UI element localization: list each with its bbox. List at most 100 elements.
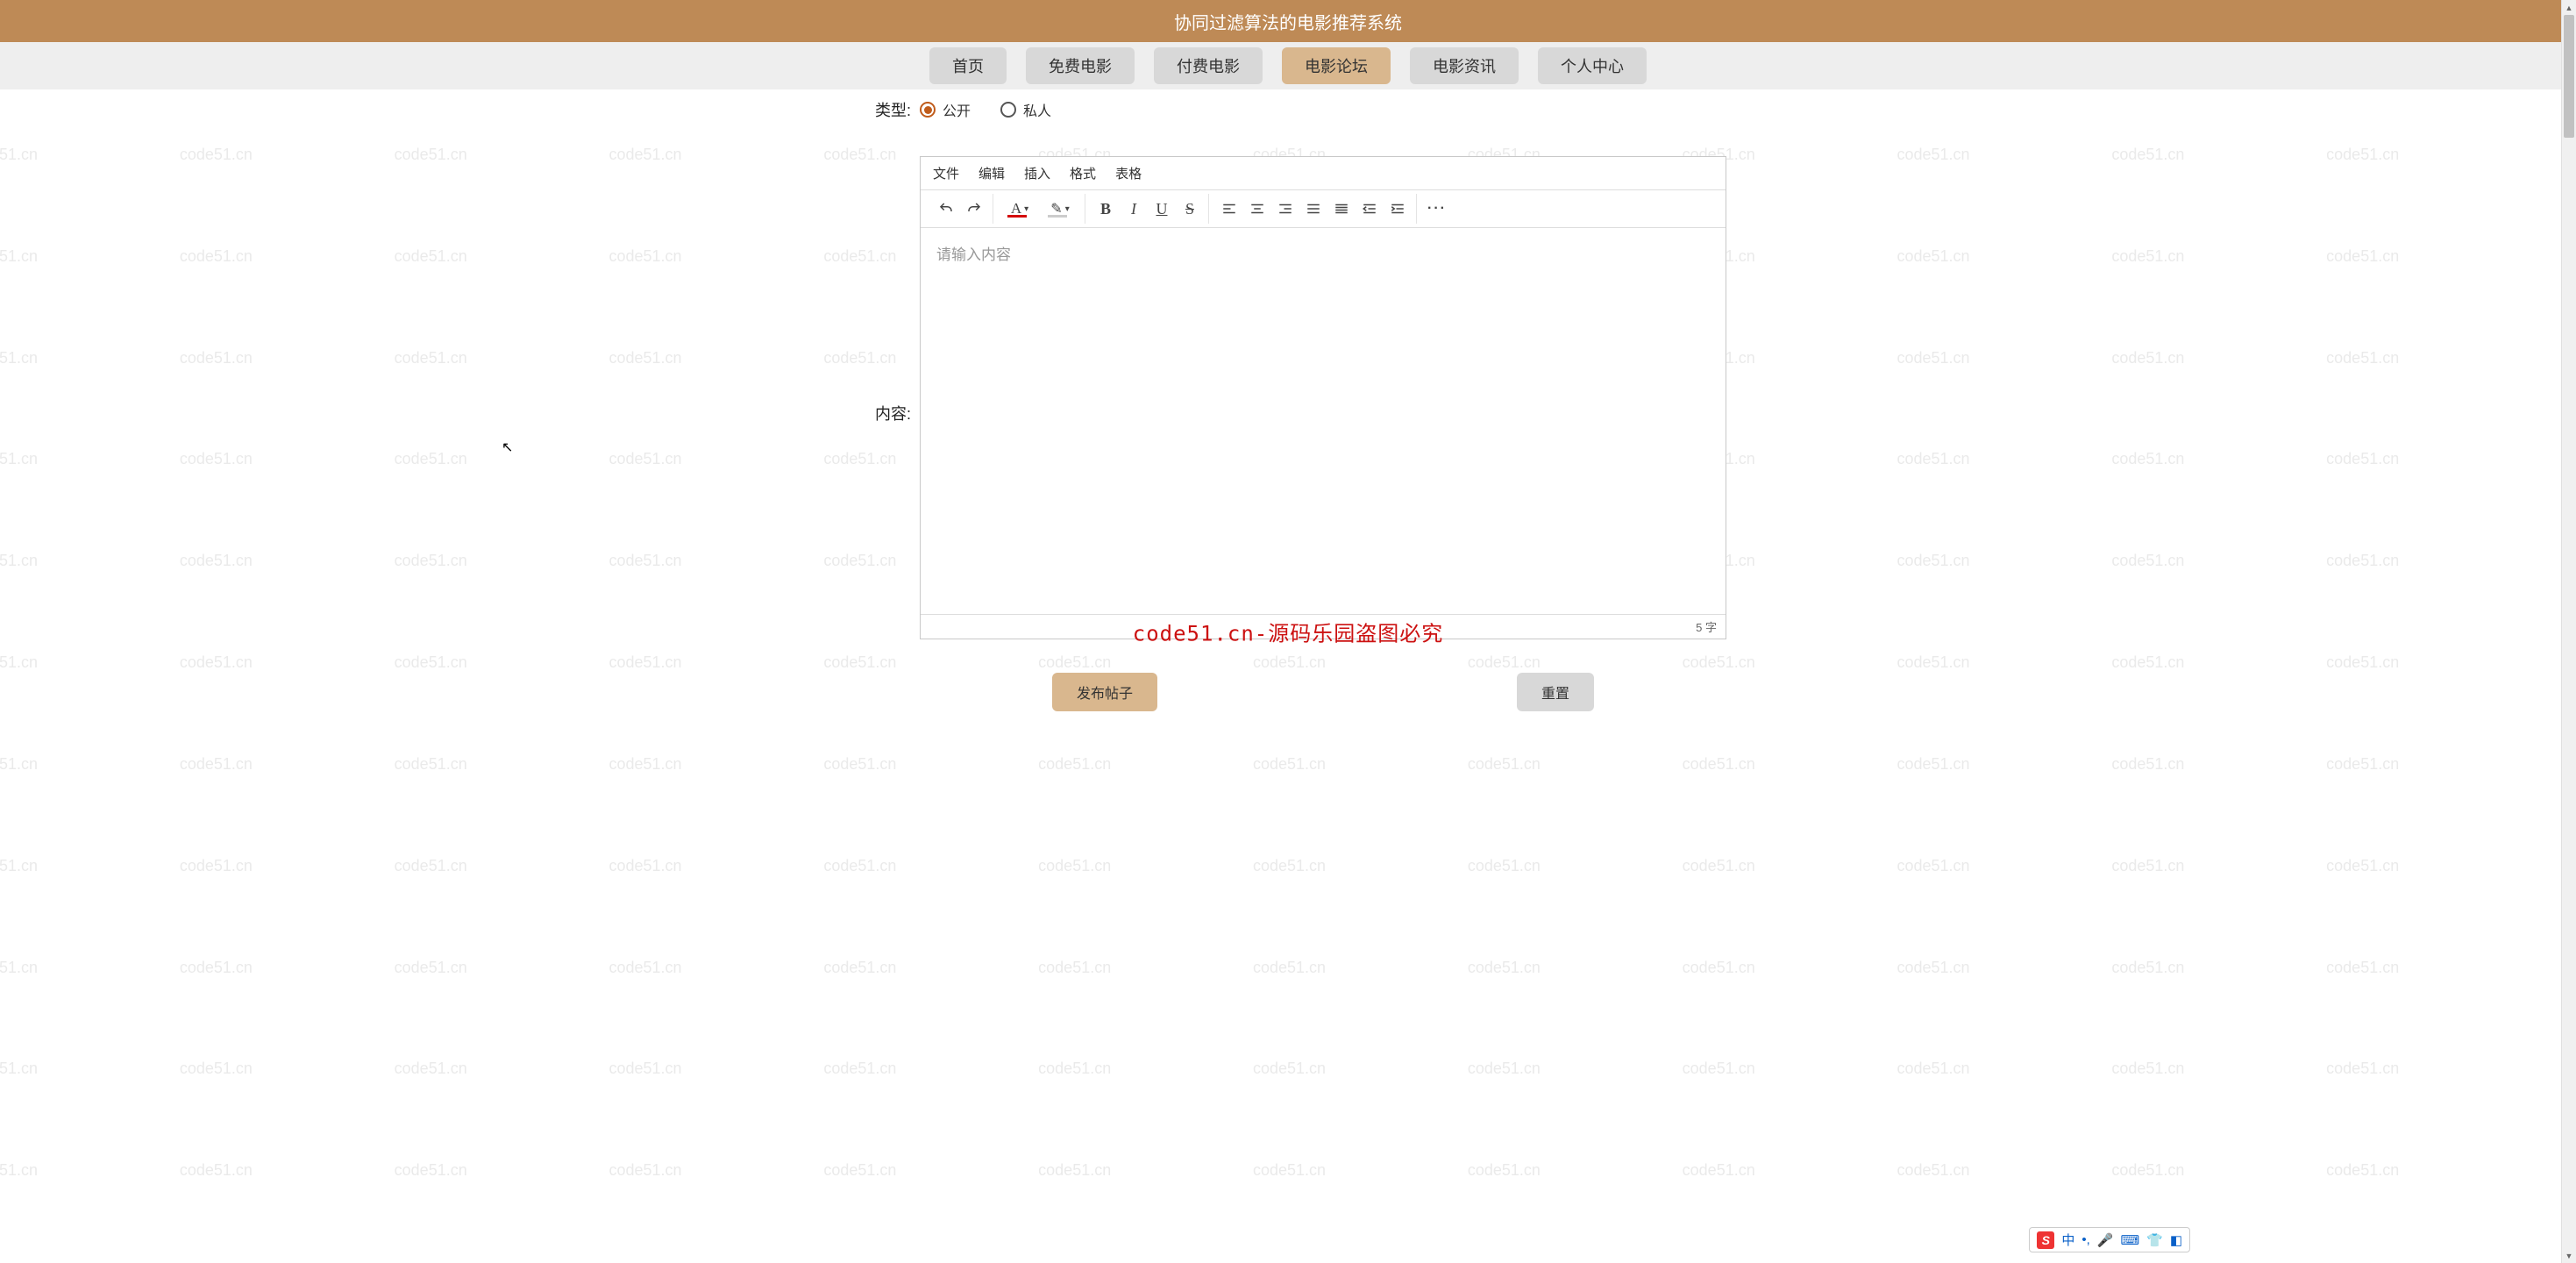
watermark-text: code51.cn [395, 349, 467, 367]
watermark-text: code51.cn [1683, 1060, 1755, 1078]
toolbar-group-3 [1211, 194, 1417, 224]
ime-item-0[interactable]: 中 [2061, 1231, 2074, 1249]
align-center-button[interactable] [1244, 196, 1270, 222]
editor-menu-4[interactable]: 表格 [1115, 164, 1142, 182]
bold-button[interactable]: B [1092, 196, 1119, 222]
watermark-text: code51.cn [1897, 653, 1970, 672]
watermark-text: code51.cn [1253, 857, 1326, 875]
type-radio-0[interactable]: 公开 [920, 99, 971, 120]
reset-button[interactable]: 重置 [1517, 673, 1594, 711]
underline-button[interactable]: U [1149, 196, 1175, 222]
scroll-up-button[interactable]: ▲ [2562, 0, 2576, 15]
type-radio-1[interactable]: 私人 [1000, 99, 1051, 120]
nav-item-2[interactable]: 付费电影 [1154, 47, 1263, 84]
hilite-button[interactable]: ✎▾ [1041, 196, 1079, 222]
watermark-text: code51.cn [1253, 959, 1326, 977]
nav-bar: 首页免费电影付费电影电影论坛电影资讯个人中心 [0, 42, 2576, 89]
indent-out-button[interactable] [1356, 196, 1383, 222]
watermark-text: code51.cn [395, 552, 467, 570]
watermark-text: code51.cn [1897, 450, 1970, 468]
watermark-text: code51.cn [609, 959, 682, 977]
watermark-text: code51.cn [395, 247, 467, 266]
watermark-text: code51.cn [1897, 755, 1970, 774]
watermark-text: code51.cn [395, 653, 467, 672]
watermark-text: code51.cn [2326, 653, 2399, 672]
watermark-text: code51.cn [2326, 146, 2399, 164]
redo-button[interactable] [961, 196, 987, 222]
vertical-scrollbar[interactable]: ▲ ▼ [2561, 0, 2576, 1263]
editor-menu-3[interactable]: 格式 [1070, 164, 1096, 182]
watermark-text: code51.cn [0, 146, 38, 164]
editor-body[interactable]: 请输入内容 [921, 228, 1726, 614]
ime-toolbar[interactable]: S 中 •, 🎤 ⌨ 👕 ◧ [2029, 1227, 2190, 1252]
form-buttons: 发布帖子 重置 [920, 648, 1726, 720]
watermark-text: code51.cn [180, 146, 253, 164]
align-dist-button[interactable] [1328, 196, 1355, 222]
more-button[interactable]: ··· [1424, 196, 1450, 222]
watermark-text: code51.cn [1038, 959, 1111, 977]
watermark-text: code51.cn [2326, 552, 2399, 570]
watermark-text: code51.cn [395, 755, 467, 774]
nav-item-1[interactable]: 免费电影 [1026, 47, 1135, 84]
rich-text-editor: 文件编辑插入格式表格 A▾✎▾BIUS··· 请输入内容 5 字 [920, 156, 1726, 639]
editor-menubar: 文件 编辑 插入 格式 表格 [921, 157, 1726, 190]
nav-item-0[interactable]: 首页 [929, 47, 1007, 84]
mouse-cursor-icon: ↖ [502, 439, 513, 456]
textcolor-button[interactable]: A▾ [1000, 196, 1039, 222]
watermark-text: code51.cn [180, 653, 253, 672]
editor-menu-2[interactable]: 插入 [1024, 164, 1050, 182]
watermark-text: code51.cn [609, 349, 682, 367]
watermark-text: code51.cn [1038, 1161, 1111, 1180]
watermark-text: code51.cn [2326, 1060, 2399, 1078]
watermark-text: code51.cn [0, 349, 38, 367]
nav-item-5[interactable]: 个人中心 [1538, 47, 1647, 84]
watermark-text: code51.cn [609, 552, 682, 570]
watermark-text: code51.cn [823, 857, 896, 875]
watermark-text: code51.cn [180, 349, 253, 367]
scroll-down-button[interactable]: ▼ [2562, 1248, 2576, 1263]
ime-item-2[interactable]: 🎤 [2097, 1232, 2114, 1248]
watermark-text: code51.cn [395, 146, 467, 164]
watermark-text: code51.cn [2326, 755, 2399, 774]
nav-item-3[interactable]: 电影论坛 [1282, 47, 1391, 84]
watermark-text: code51.cn [1897, 552, 1970, 570]
type-radio-group: 公开 私人 [920, 99, 1051, 120]
watermark-text: code51.cn [1897, 247, 1970, 266]
align-right-button[interactable] [1272, 196, 1299, 222]
italic-button[interactable]: I [1121, 196, 1147, 222]
watermark-text: code51.cn [609, 1161, 682, 1180]
watermark-text: code51.cn [180, 1060, 253, 1078]
watermark-text: code51.cn [1038, 1060, 1111, 1078]
ime-item-5[interactable]: ◧ [2170, 1232, 2182, 1248]
watermark-text: code51.cn [1683, 959, 1755, 977]
editor-menu-0[interactable]: 文件 [933, 164, 959, 182]
indent-in-button[interactable] [1384, 196, 1411, 222]
watermark-text: code51.cn [2326, 247, 2399, 266]
toolbar-group-1: A▾✎▾ [995, 194, 1085, 224]
submit-button[interactable]: 发布帖子 [1052, 673, 1157, 711]
scroll-thumb[interactable] [2564, 15, 2574, 138]
nav-item-4[interactable]: 电影资讯 [1410, 47, 1519, 84]
watermark-text: code51.cn [180, 857, 253, 875]
align-justify-button[interactable] [1300, 196, 1327, 222]
watermark-text: code51.cn [0, 552, 38, 570]
strike-button[interactable]: S [1177, 196, 1203, 222]
ime-item-1[interactable]: •, [2081, 1232, 2089, 1247]
editor-menu-1[interactable]: 编辑 [978, 164, 1005, 182]
watermark-text: code51.cn [1897, 1161, 1970, 1180]
align-left-button[interactable] [1216, 196, 1242, 222]
ime-item-4[interactable]: 👕 [2146, 1232, 2163, 1248]
watermark-text: code51.cn [180, 959, 253, 977]
watermark-text: code51.cn [823, 959, 896, 977]
ime-logo-icon[interactable]: S [2037, 1231, 2054, 1249]
watermark-text: code51.cn [395, 450, 467, 468]
watermark-text: code51.cn [1038, 857, 1111, 875]
ime-item-3[interactable]: ⌨ [2120, 1232, 2139, 1248]
type-label: 类型: [850, 98, 920, 121]
watermark-text: code51.cn [2111, 349, 2184, 367]
watermark-text: code51.cn [823, 1060, 896, 1078]
watermark-text: code51.cn [1253, 1161, 1326, 1180]
watermark-text: code51.cn [395, 1161, 467, 1180]
watermark-text: code51.cn [180, 247, 253, 266]
undo-button[interactable] [933, 196, 959, 222]
